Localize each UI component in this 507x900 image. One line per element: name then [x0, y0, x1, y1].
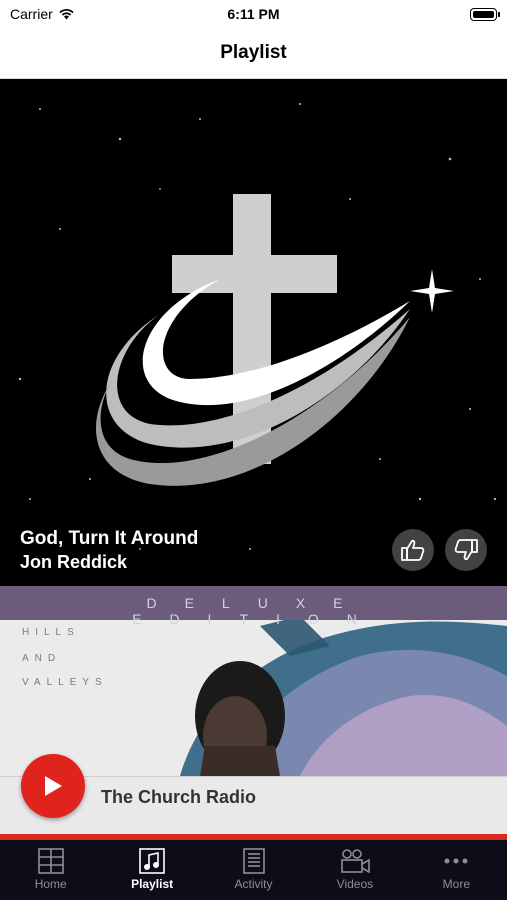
album-banner: DELUXE EDITION — [0, 586, 507, 627]
tab-label-playlist: Playlist — [131, 877, 174, 891]
track-title: God, Turn It Around — [20, 528, 199, 549]
tab-bar: Home Playlist Activity Videos More — [0, 840, 507, 900]
navigation-bar: Playlist — [0, 30, 507, 79]
tab-videos[interactable]: Videos — [304, 840, 405, 900]
tab-activity[interactable]: Activity — [203, 840, 304, 900]
tab-label-home: Home — [34, 877, 67, 891]
tab-label-activity: Activity — [234, 877, 273, 891]
tab-home[interactable]: Home — [0, 840, 101, 900]
play-button[interactable] — [21, 754, 85, 818]
station-logo-artwork — [0, 79, 507, 586]
mini-player[interactable]: The Church Radio — [0, 754, 507, 835]
album-title-line-2: AND — [22, 653, 62, 664]
battery-icon — [470, 8, 500, 21]
grid-icon — [37, 848, 64, 874]
tab-label-videos: Videos — [336, 877, 374, 891]
album-title-line-1: HILLS — [22, 627, 80, 638]
tab-label-more: More — [442, 877, 470, 891]
album-title-line-3: VALLEYS — [22, 677, 108, 688]
dislike-button[interactable] — [445, 529, 487, 571]
status-bar: Carrier 6:11 PM — [0, 0, 507, 30]
thumbs-up-icon — [401, 539, 425, 561]
play-icon — [45, 776, 62, 796]
thumbs-down-icon — [454, 539, 478, 561]
station-name: The Church Radio — [101, 787, 257, 807]
next-album-artwork: DELUXE EDITION HILLS AND VALLEYS — [0, 586, 507, 776]
more-dots-icon — [444, 858, 468, 864]
status-time: 6:11 PM — [227, 6, 280, 22]
now-playing-artwork: God, Turn It Around Jon Reddick — [0, 79, 507, 586]
video-camera-icon — [341, 849, 370, 874]
tab-more[interactable]: More — [406, 840, 507, 900]
album-banner-text: DELUXE EDITION — [132, 595, 385, 627]
like-button[interactable] — [392, 529, 434, 571]
track-artist: Jon Reddick — [20, 552, 128, 572]
list-document-icon — [242, 848, 265, 874]
music-note-icon — [139, 848, 165, 874]
tab-playlist[interactable]: Playlist — [101, 840, 202, 900]
page-title: Playlist — [220, 42, 287, 63]
